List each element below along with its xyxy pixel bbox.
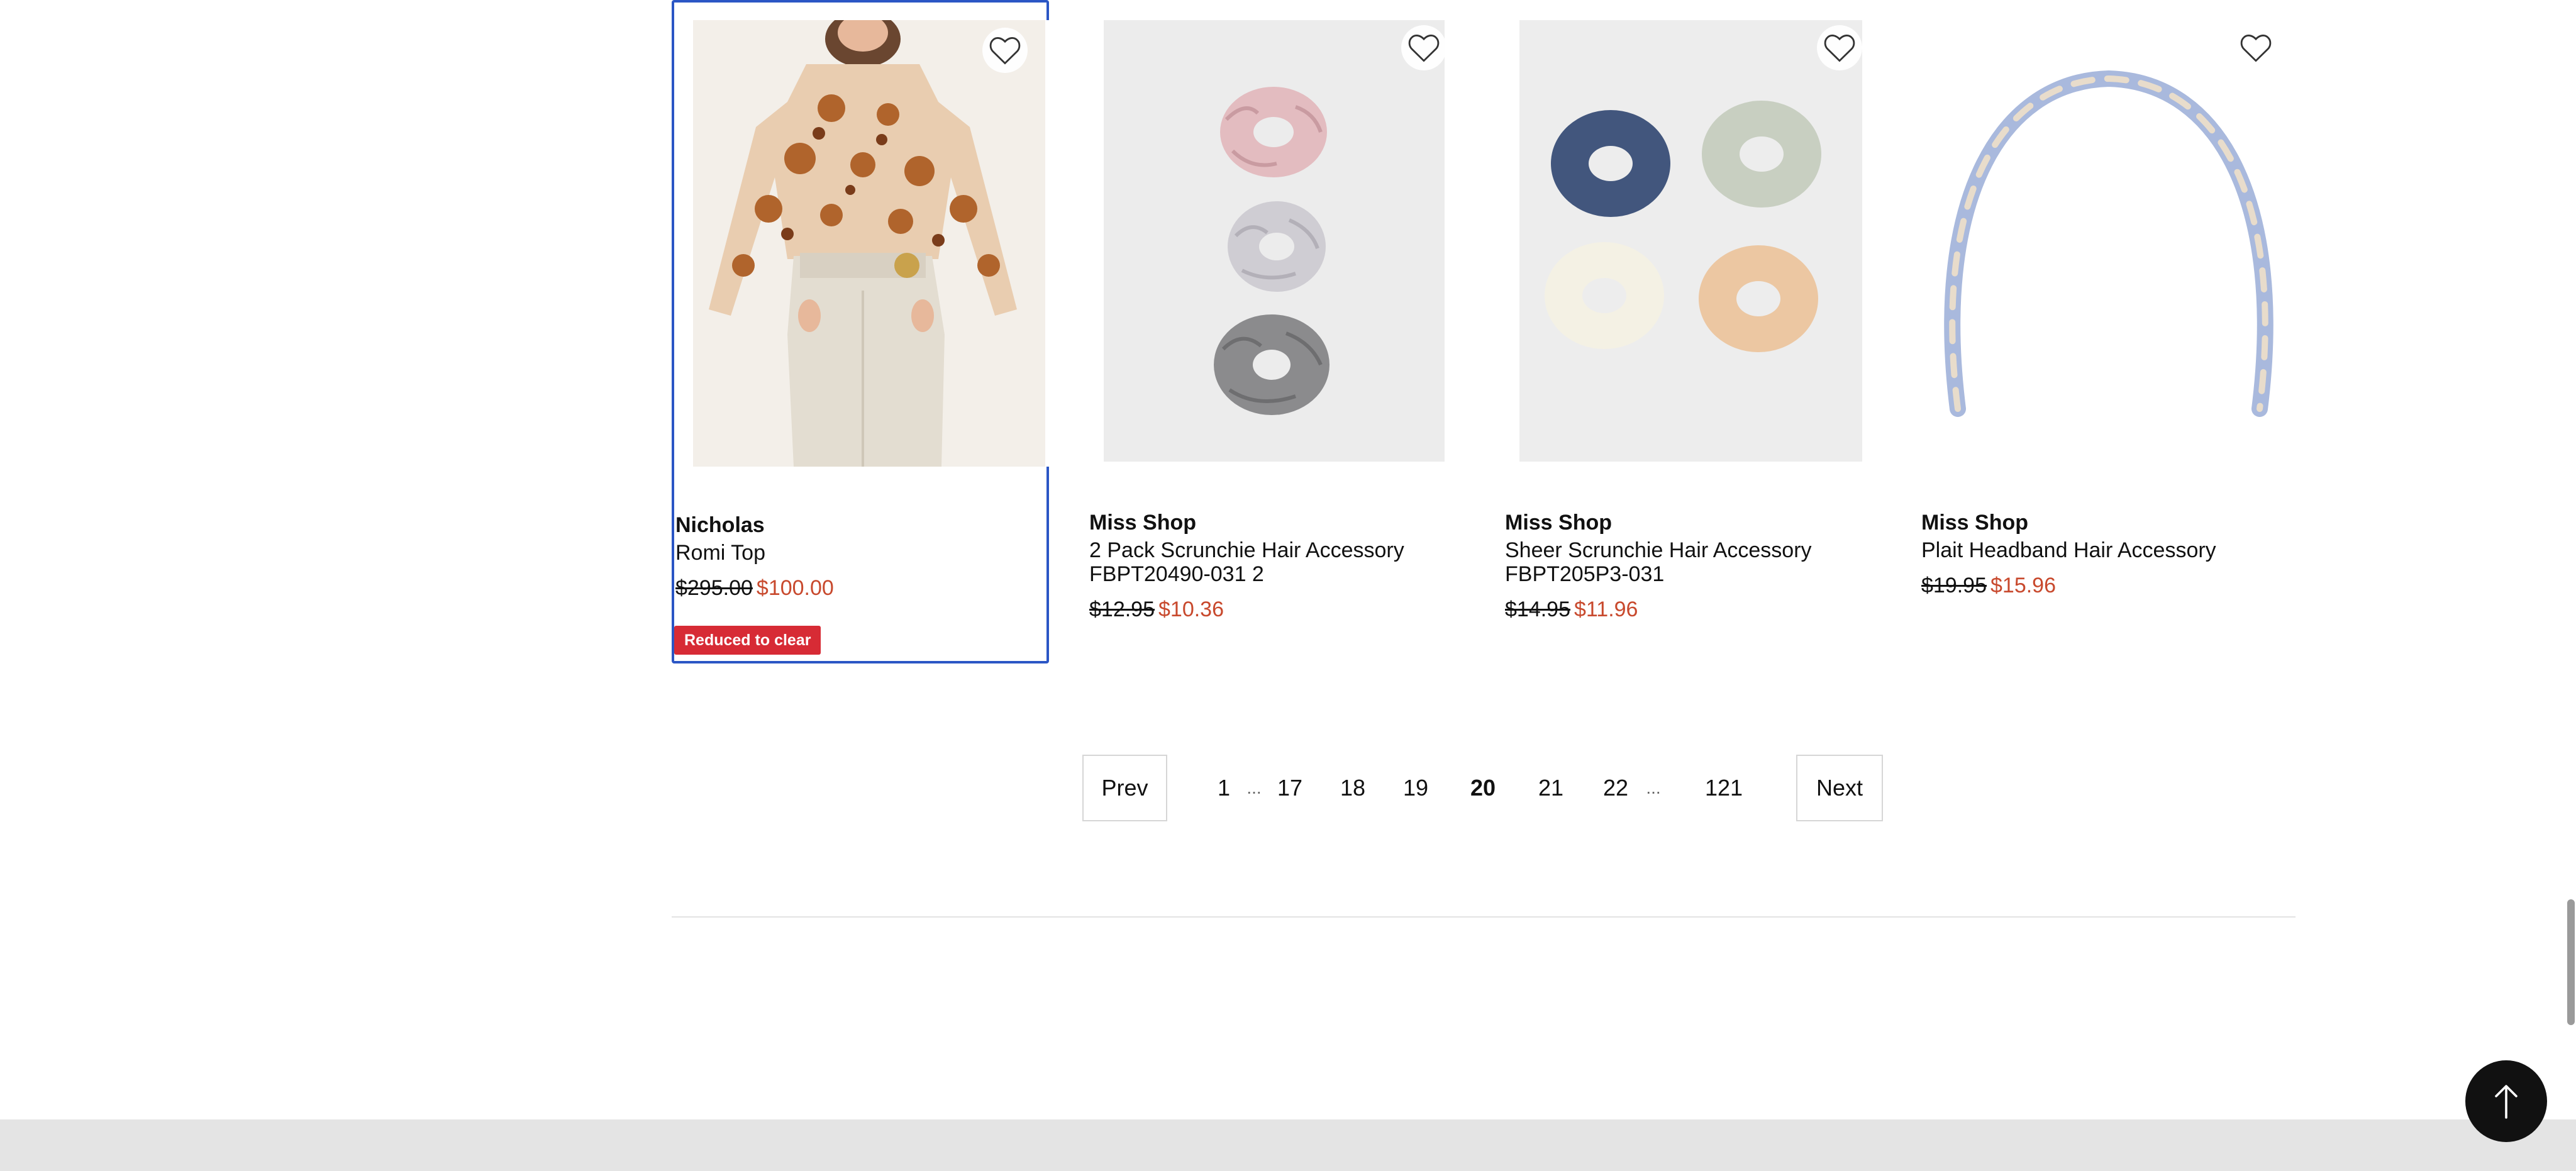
pagination: Prev 1 ... 17 18 19 20 21 22 ... 121 Nex… (1082, 755, 1884, 823)
scrollbar[interactable] (2563, 0, 2576, 1171)
product-price: $295.00 $100.00 (675, 576, 834, 601)
page-link-current[interactable]: 20 (1467, 755, 1499, 821)
page-link-19[interactable]: 19 (1400, 755, 1431, 821)
product-price: $19.95 $15.96 (1921, 574, 2056, 598)
wishlist-button[interactable] (1401, 25, 1446, 70)
product-grid: Nicholas Romi Top $295.00 $100.00 Reduced… (672, 0, 2297, 667)
footer-bar (0, 1119, 2576, 1171)
product-name[interactable]: Plait Headband Hair Accessory (1921, 538, 2273, 562)
sale-price: $11.96 (1574, 597, 1638, 621)
product-brand[interactable]: Miss Shop (1089, 511, 1196, 535)
product-price: $14.95 $11.96 (1505, 597, 1638, 622)
wishlist-button[interactable] (1817, 25, 1862, 70)
product-price: $12.95 $10.36 (1089, 597, 1224, 622)
heart-outline-icon (2240, 35, 2272, 62)
pagination-ellipsis: ... (1246, 778, 1262, 797)
sale-price: $100.00 (756, 576, 834, 600)
product-image[interactable] (1920, 19, 2297, 465)
wishlist-button[interactable] (982, 28, 1028, 73)
original-price: $14.95 (1505, 597, 1570, 621)
product-card[interactable]: Miss Shop 2 Pack Scrunchie Hair Accessor… (1088, 0, 1465, 663)
original-price: $295.00 (675, 576, 753, 600)
sale-price: $10.36 (1158, 597, 1224, 621)
product-card[interactable]: Nicholas Romi Top $295.00 $100.00 Reduced… (672, 0, 1052, 663)
product-image[interactable] (1504, 19, 1881, 465)
product-image[interactable] (674, 20, 1052, 467)
product-name[interactable]: Sheer Scrunchie Hair Accessory FBPT205P3… (1505, 538, 1857, 586)
original-price: $12.95 (1089, 597, 1155, 621)
page-link-21[interactable]: 21 (1535, 755, 1567, 821)
prev-page-button[interactable]: Prev (1082, 755, 1167, 821)
page-link-22[interactable]: 22 (1600, 755, 1631, 821)
heart-outline-icon (1408, 35, 1440, 62)
page-link-17[interactable]: 17 (1274, 755, 1306, 821)
product-card[interactable]: Miss Shop Sheer Scrunchie Hair Accessory… (1504, 0, 1881, 663)
section-divider (672, 916, 2296, 918)
product-card[interactable]: Miss Shop Plait Headband Hair Accessory … (1920, 0, 2297, 663)
page-link-18[interactable]: 18 (1337, 755, 1368, 821)
sale-badge: Reduced to clear (674, 626, 821, 655)
original-price: $19.95 (1921, 574, 1987, 597)
page-link-1[interactable]: 1 (1211, 755, 1236, 821)
product-brand[interactable]: Miss Shop (1921, 511, 2028, 535)
scrollbar-thumb[interactable] (2567, 899, 2575, 1025)
product-name[interactable]: 2 Pack Scrunchie Hair Accessory FBPT2049… (1089, 538, 1441, 586)
arrow-up-icon (2495, 1085, 2518, 1119)
pagination-ellipsis: ... (1646, 778, 1661, 797)
product-brand[interactable]: Nicholas (675, 513, 765, 538)
sale-price: $15.96 (1990, 574, 2056, 597)
product-name[interactable]: Romi Top (675, 541, 1028, 565)
heart-outline-icon (989, 37, 1021, 65)
product-brand[interactable]: Miss Shop (1505, 511, 1612, 535)
product-image[interactable] (1088, 19, 1465, 465)
back-to-top-button[interactable] (2465, 1060, 2547, 1142)
next-page-button[interactable]: Next (1796, 755, 1883, 821)
heart-outline-icon (1824, 35, 1855, 62)
wishlist-button[interactable] (2233, 25, 2279, 70)
page-link-last[interactable]: 121 (1702, 755, 1746, 821)
